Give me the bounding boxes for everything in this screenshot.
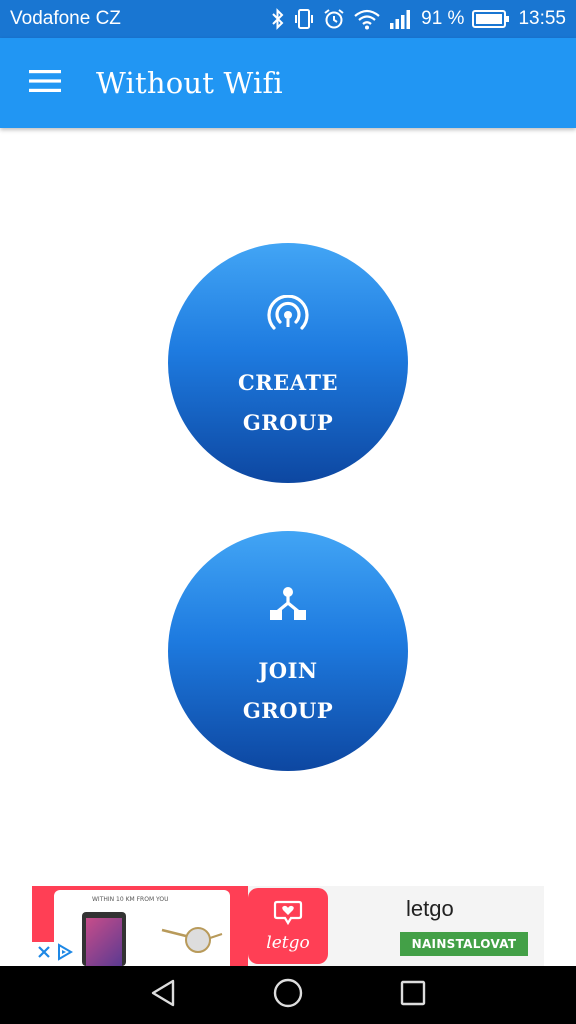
- ad-app-name[interactable]: letgo: [406, 896, 454, 922]
- create-group-line2: GROUP: [242, 410, 334, 435]
- navigation-bar: [0, 966, 576, 1024]
- create-group-line1: CREATE: [238, 370, 338, 395]
- sunglasses-image: [152, 916, 224, 961]
- back-button[interactable]: [133, 966, 193, 1024]
- ad-close-icon[interactable]: [36, 944, 52, 965]
- clock-time: 13:55: [518, 8, 566, 29]
- vibrate-icon: [293, 8, 315, 30]
- ad-image-caption: WITHIN 10 KM FROM YOU: [92, 896, 169, 903]
- install-button[interactable]: NAINSTALOVAT: [400, 932, 528, 956]
- battery-icon: [472, 9, 510, 29]
- home-icon: [272, 977, 304, 1014]
- home-button[interactable]: [258, 966, 318, 1024]
- ad-phone-screen: [86, 918, 122, 966]
- status-bar: Vodafone CZ 91 % 13:55: [0, 0, 576, 38]
- ad-choices[interactable]: [32, 942, 82, 966]
- recents-icon: [399, 979, 427, 1012]
- network-join-icon: [268, 581, 308, 625]
- join-group-line1: JOIN: [258, 658, 318, 683]
- ad-divider: [232, 886, 248, 966]
- menu-button[interactable]: [0, 38, 90, 128]
- letgo-logo-text: letgo: [266, 932, 310, 953]
- wifi-icon: [353, 8, 381, 30]
- app-title: Without Wifi: [96, 66, 283, 100]
- hotspot-icon: [266, 293, 310, 337]
- back-icon: [149, 978, 177, 1013]
- battery-percent: 91 %: [421, 8, 465, 29]
- app-bar: Without Wifi: [0, 38, 576, 128]
- letgo-logo[interactable]: letgo: [248, 888, 328, 964]
- signal-icon: [389, 8, 413, 30]
- join-group-button[interactable]: JOIN GROUP: [168, 531, 408, 771]
- alarm-icon: [323, 8, 345, 30]
- carrier-name: Vodafone CZ: [10, 8, 121, 29]
- join-group-line2: GROUP: [242, 698, 334, 723]
- letgo-pin-icon: [273, 900, 303, 931]
- create-group-button[interactable]: CREATE GROUP: [168, 243, 408, 483]
- recents-button[interactable]: [383, 966, 443, 1024]
- hamburger-menu-icon: [29, 69, 61, 98]
- join-group-label: JOIN GROUP: [243, 651, 333, 731]
- ad-choices-icon[interactable]: [56, 942, 74, 966]
- create-group-label: CREATE GROUP: [238, 363, 338, 443]
- bluetooth-icon: [271, 8, 285, 30]
- ad-banner[interactable]: WITHIN 10 KM FROM YOU letgo letgo NAINST…: [32, 886, 544, 966]
